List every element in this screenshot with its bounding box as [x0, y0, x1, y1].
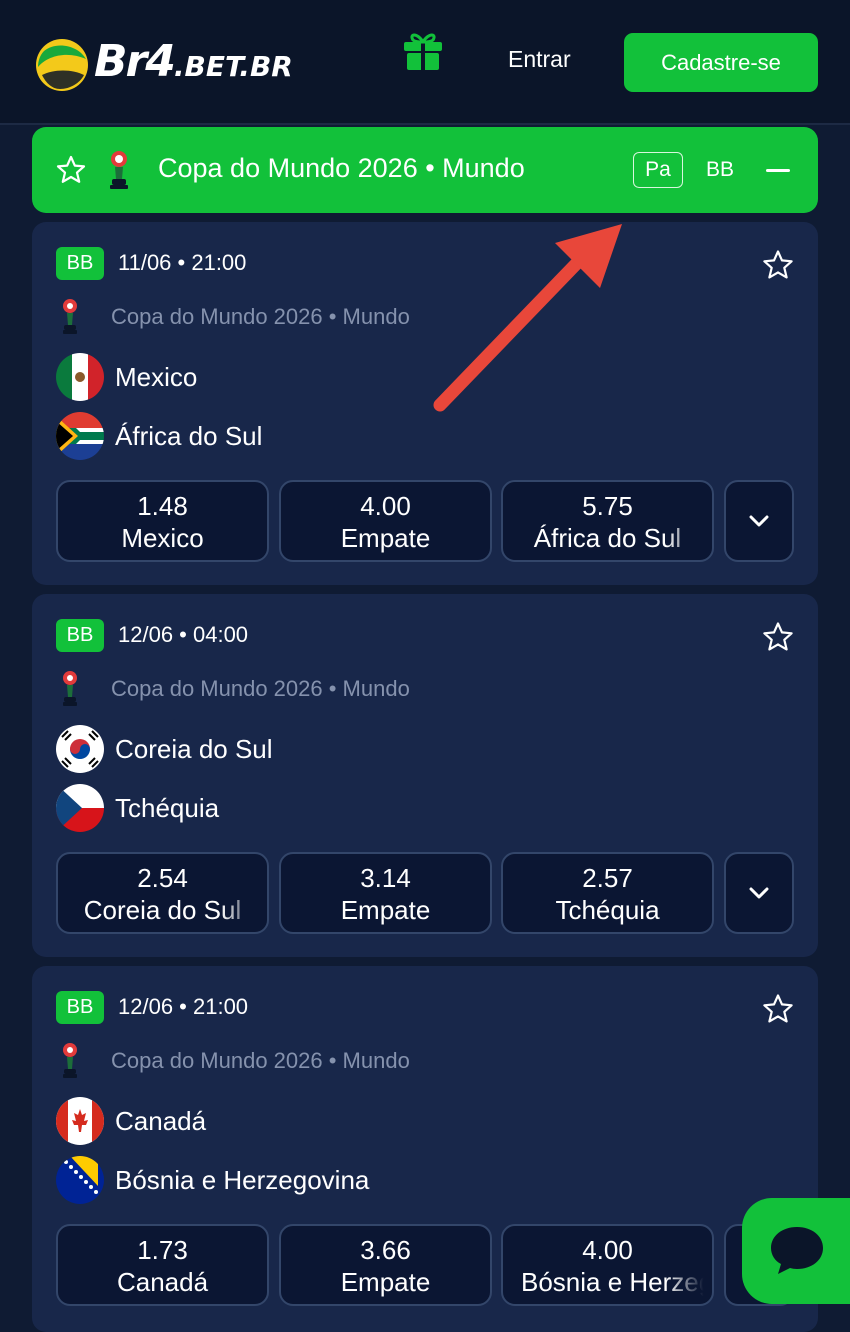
favorite-star-icon[interactable]	[762, 993, 794, 1025]
chat-button[interactable]	[742, 1198, 850, 1304]
odd-value: 4.00	[582, 1235, 633, 1265]
away-team[interactable]: Tchéquia	[56, 784, 219, 832]
match-datetime: 12/06 • 21:00	[118, 994, 249, 1019]
south-korea-flag-icon	[56, 725, 104, 773]
odd-label: Empate	[340, 523, 431, 553]
trophy-icon	[63, 671, 77, 706]
odd-away-button[interactable]: 4.00 Bósnia e Herzegovina	[501, 1224, 714, 1306]
odd-label: Bósnia e Herzegovina	[521, 1267, 712, 1297]
star-icon[interactable]	[56, 155, 86, 185]
league-name: Copa do Mundo 2026 • Mundo	[111, 1048, 410, 1073]
odd-draw-button[interactable]: 4.00 Empate	[279, 480, 492, 562]
odd-value: 2.54	[137, 863, 188, 893]
odd-home-button[interactable]: 1.73 Canadá	[56, 1224, 269, 1306]
gift-icon[interactable]	[401, 28, 445, 72]
odd-value: 3.14	[360, 863, 411, 893]
odd-draw-button[interactable]: 3.14 Empate	[279, 852, 492, 934]
register-button[interactable]: Cadastre-se	[624, 33, 818, 92]
market-bb-label[interactable]: BB	[706, 158, 734, 182]
odd-draw-button[interactable]: 3.66 Empate	[279, 1224, 492, 1306]
bosnia-flag-icon	[56, 1156, 104, 1204]
tournament-title: Copa do Mundo 2026 • Mundo	[158, 153, 525, 183]
bb-badge: BB	[56, 247, 104, 280]
odd-home-button[interactable]: 1.48 Mexico	[56, 480, 269, 562]
odd-label: Canadá	[116, 1267, 209, 1297]
trophy-icon	[110, 151, 128, 189]
away-team[interactable]: Bósnia e Herzegovina	[56, 1156, 369, 1204]
canada-flag-icon	[56, 1097, 104, 1145]
odd-value: 3.66	[360, 1235, 411, 1265]
odd-away-button[interactable]: 5.75 África do Sul	[501, 480, 714, 562]
odd-label: Empate	[340, 895, 431, 925]
more-markets-button[interactable]	[724, 480, 794, 562]
favorite-star-icon[interactable]	[762, 621, 794, 653]
odd-value: 2.57	[582, 863, 633, 893]
match-card[interactable]: BB 12/06 • 04:00 Copa do Mundo 2026 • Mu…	[32, 594, 818, 957]
czech-flag-icon	[56, 784, 104, 832]
odd-value: 4.00	[360, 491, 411, 521]
home-team-name: Canadá	[115, 1105, 207, 1136]
login-link[interactable]: Entrar	[508, 46, 571, 73]
odd-label: África do Sul	[533, 523, 682, 553]
mexico-flag-icon	[56, 353, 104, 401]
match-card[interactable]: BB 11/06 • 21:00 Copa do Mundo 2026 • Mu…	[32, 222, 818, 585]
odd-label: Tchéquia	[555, 895, 660, 925]
home-team[interactable]: Mexico	[56, 353, 197, 401]
away-team-name: Tchéquia	[115, 792, 220, 823]
favorite-star-icon[interactable]	[762, 249, 794, 281]
odd-value: 1.48	[137, 491, 188, 521]
bb-badge: BB	[56, 991, 104, 1024]
chevron-down-icon	[749, 887, 769, 899]
home-team-name: Mexico	[115, 361, 198, 392]
away-team[interactable]: África do Sul	[56, 412, 262, 460]
trophy-icon	[63, 299, 77, 334]
away-team-name: Bósnia e Herzegovina	[115, 1164, 370, 1195]
odd-value: 5.75	[582, 491, 633, 521]
home-team[interactable]: Coreia do Sul	[56, 725, 273, 773]
league-name: Copa do Mundo 2026 • Mundo	[111, 304, 410, 329]
odd-home-button[interactable]: 2.54 Coreia do Sul	[56, 852, 269, 934]
page: Br4.BET.BR Entrar Cadastre-se Copa do Mu…	[0, 0, 850, 1332]
home-team[interactable]: Canadá	[56, 1097, 206, 1145]
south-africa-flag-icon	[56, 412, 104, 460]
away-team-name: África do Sul	[115, 420, 263, 451]
minus-icon[interactable]	[766, 169, 790, 172]
match-card[interactable]: BB 12/06 • 21:00 Copa do Mundo 2026 • Mu…	[32, 966, 818, 1332]
league-name: Copa do Mundo 2026 • Mundo	[111, 676, 410, 701]
match-datetime: 12/06 • 04:00	[118, 622, 249, 647]
odd-label: Coreia do Sul	[83, 895, 242, 925]
more-markets-button[interactable]	[724, 852, 794, 934]
odd-away-button[interactable]: 2.57 Tchéquia	[501, 852, 714, 934]
chat-icon	[771, 1227, 823, 1274]
chevron-down-icon	[749, 515, 769, 527]
top-header: Br4.BET.BR Entrar Cadastre-se	[0, 0, 850, 125]
odd-label: Empate	[340, 1267, 431, 1297]
brand-logo[interactable]: Br4.BET.BR	[34, 34, 293, 95]
logo-ball-icon	[36, 38, 88, 91]
trophy-icon	[63, 1043, 77, 1078]
odd-label: Mexico	[121, 523, 204, 553]
home-team-name: Coreia do Sul	[115, 733, 273, 764]
bb-badge: BB	[56, 619, 104, 652]
market-chip[interactable]: Pa	[633, 152, 683, 188]
tournament-header[interactable]: Copa do Mundo 2026 • Mundo Pa BB	[32, 127, 818, 213]
logo-wordmark: Br4.BET.BR	[94, 36, 293, 87]
odd-value: 1.73	[137, 1235, 188, 1265]
match-datetime: 11/06 • 21:00	[118, 250, 247, 275]
